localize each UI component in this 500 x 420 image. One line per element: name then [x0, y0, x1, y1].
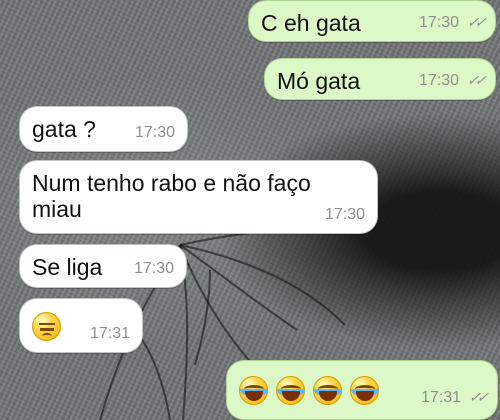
face-with-tears-of-joy-icon	[239, 375, 268, 405]
face-with-tears-of-joy-icon	[313, 375, 342, 405]
outgoing-message-bubble[interactable]: C eh gata 17:30 ✓✓	[248, 0, 496, 42]
face-with-tears-of-joy-icon	[350, 375, 379, 405]
message-meta: 17:30 ✓✓	[419, 14, 487, 32]
message-time: 17:30	[419, 14, 460, 32]
outgoing-message-bubble[interactable]: Mó gata 17:30 ✓✓	[264, 58, 496, 100]
outgoing-emoji-message-bubble[interactable]: 17:31 ✓✓	[226, 360, 498, 420]
face-with-tears-of-joy-icon	[276, 375, 305, 405]
message-meta: 17:30 ✓✓	[419, 72, 487, 90]
double-check-icon: ✓✓	[464, 14, 487, 31]
message-meta: 17:31 ✓✓	[421, 389, 489, 407]
unamused-face-icon	[32, 311, 61, 341]
chat-screen: C eh gata 17:30 ✓✓ Mó gata 17:30 ✓✓ gata…	[0, 0, 500, 420]
incoming-message-bubble[interactable]: Num tenho rabo e não faço miau 17:30	[19, 160, 378, 234]
message-time: 17:30	[134, 124, 175, 142]
message-time: 17:31	[421, 389, 462, 407]
incoming-message-bubble[interactable]: Se liga 17:30	[19, 244, 187, 288]
incoming-message-bubble[interactable]: gata ? 17:30	[19, 106, 188, 152]
message-time: 17:31	[89, 325, 130, 343]
double-check-icon: ✓✓	[466, 389, 489, 406]
message-time: 17:30	[324, 206, 365, 224]
message-time: 17:30	[419, 72, 460, 90]
incoming-emoji-message-bubble[interactable]: 17:31	[19, 298, 143, 353]
message-time: 17:30	[133, 260, 174, 278]
double-check-icon: ✓✓	[464, 72, 487, 89]
message-text: Num tenho rabo e não faço miau	[32, 170, 311, 222]
